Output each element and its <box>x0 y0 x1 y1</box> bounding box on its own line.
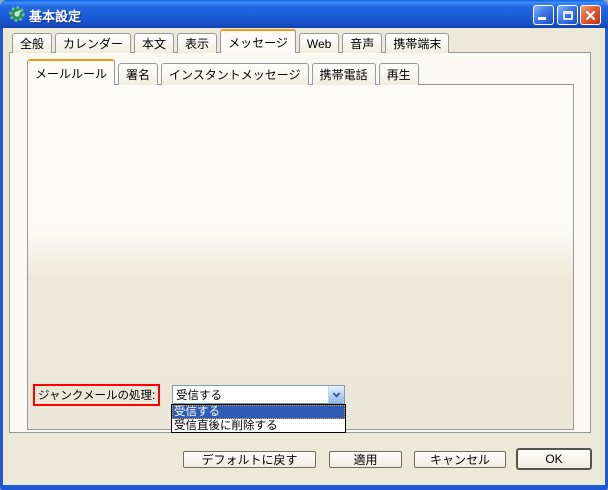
tab-voice[interactable]: 音声 <box>342 33 382 53</box>
cancel-button[interactable]: キャンセル <box>414 451 506 468</box>
preferences-window: 基本設定 全般 カレンダー 本文 表示 メッセージ Web 音声 携帯端末 メー… <box>0 0 608 490</box>
tab-mobile[interactable]: 携帯端末 <box>385 33 449 53</box>
reset-defaults-button[interactable]: デフォルトに戻す <box>183 451 316 468</box>
chevron-down-icon[interactable] <box>328 386 344 403</box>
tab-mobile-phone[interactable]: 携帯電話 <box>312 63 376 85</box>
minimize-icon <box>538 17 546 20</box>
app-icon <box>9 6 25 22</box>
close-icon <box>585 10 596 21</box>
tab-playback[interactable]: 再生 <box>379 63 419 85</box>
apply-button[interactable]: 適用 <box>329 451 402 468</box>
red-highlight-box: ジャンクメールの処理: <box>33 384 160 406</box>
junk-mail-dropdown-list: 受信する 受信直後に削除する <box>171 404 346 433</box>
tab-view[interactable]: 表示 <box>177 33 217 53</box>
tab-message[interactable]: メッセージ <box>220 29 296 53</box>
ok-button[interactable]: OK <box>517 449 591 469</box>
tab-instant-message[interactable]: インスタントメッセージ <box>161 63 309 85</box>
tab-body[interactable]: 本文 <box>134 33 174 53</box>
tab-calendar[interactable]: カレンダー <box>55 33 131 53</box>
titlebar[interactable]: 基本設定 <box>0 0 608 28</box>
minimize-button[interactable] <box>533 5 554 25</box>
junk-mail-select[interactable]: 受信する <box>172 385 345 404</box>
tab-web[interactable]: Web <box>299 33 339 53</box>
list-item-receive[interactable]: 受信する <box>172 405 345 419</box>
secondary-tab-bar: メールルール 署名 インスタントメッセージ 携帯電話 再生 <box>27 59 419 85</box>
close-button[interactable] <box>580 5 601 25</box>
junk-mail-label: ジャンクメールの処理: <box>38 390 155 402</box>
tab-general[interactable]: 全般 <box>12 33 52 53</box>
tab-signature[interactable]: 署名 <box>118 63 158 85</box>
maximize-icon <box>563 11 573 20</box>
maximize-button[interactable] <box>557 5 578 25</box>
primary-tab-bar: 全般 カレンダー 本文 表示 メッセージ Web 音声 携帯端末 <box>12 29 449 53</box>
tab-mail-rules[interactable]: メールルール <box>27 59 115 85</box>
mail-rules-panel <box>27 84 574 430</box>
list-item-delete-on-receive[interactable]: 受信直後に削除する <box>172 419 345 433</box>
window-title: 基本設定 <box>29 6 81 25</box>
